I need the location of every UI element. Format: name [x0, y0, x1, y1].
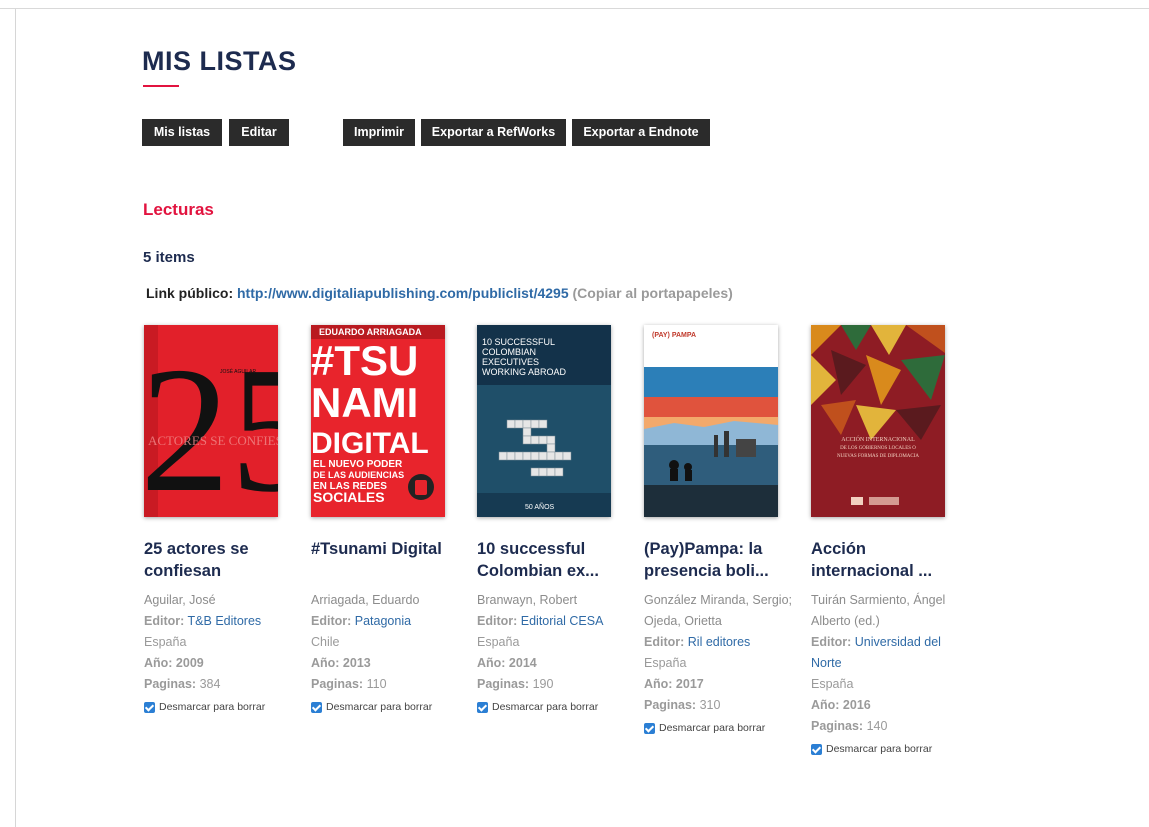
- editor-label: Editor:: [811, 635, 852, 649]
- book-year: Año: 2013: [311, 656, 371, 670]
- book-cover[interactable]: EDUARDO ARRIAGADA #TSU NAMI DIGITAL EL N…: [311, 325, 445, 517]
- book-pages: 110: [366, 677, 387, 691]
- book-cover[interactable]: 10 SUCCESSFUL COLOMBIAN EXECUTIVES WORKI…: [477, 325, 611, 517]
- remove-checkbox[interactable]: [477, 702, 488, 713]
- editor-label: Editor:: [644, 635, 685, 649]
- svg-text:EL NUEVO PODER: EL NUEVO PODER: [313, 459, 403, 470]
- export-endnote-button[interactable]: Exportar a Endnote: [572, 119, 710, 146]
- book-title[interactable]: 25 actores se confiesan: [144, 538, 294, 582]
- remove-checkbox[interactable]: [144, 702, 155, 713]
- svg-text:50 AÑOS: 50 AÑOS: [525, 502, 555, 511]
- svg-text:EDUARDO ARRIAGADA: EDUARDO ARRIAGADA: [319, 327, 422, 337]
- pages-label: Paginas:: [644, 698, 697, 712]
- checkbox-label: Desmarcar para borrar: [159, 701, 266, 713]
- remove-checkbox[interactable]: [311, 702, 322, 713]
- book-author: Arriagada, Eduardo: [311, 593, 420, 607]
- mis-listas-button[interactable]: Mis listas: [142, 119, 222, 146]
- public-link-row: Link público: http://www.digitaliapublis…: [146, 285, 733, 301]
- book-pages: 190: [532, 677, 554, 691]
- title-underline: [143, 85, 179, 87]
- checkbox-label: Desmarcar para borrar: [326, 701, 433, 713]
- book-pages: 384: [199, 677, 221, 691]
- book-country: España: [811, 677, 854, 691]
- book-author: Branwayn, Robert: [477, 593, 578, 607]
- svg-text:NUEVAS FORMAS DE DIPLOMACIA: NUEVAS FORMAS DE DIPLOMACIA: [837, 454, 919, 459]
- pages-label: Paginas:: [811, 719, 864, 733]
- page-title: MIS LISTAS: [142, 46, 297, 76]
- book-country: España: [644, 656, 687, 670]
- book-pages: 140: [866, 719, 888, 733]
- top-border: [0, 0, 1149, 9]
- book-meta: Aguilar, José Editor: T&B Editores Españ…: [144, 590, 294, 718]
- imprimir-button[interactable]: Imprimir: [343, 119, 415, 146]
- book-year: Año: 2009: [144, 656, 204, 670]
- cover-number: 25: [144, 330, 278, 517]
- svg-text:WORKING ABROAD: WORKING ABROAD: [482, 367, 567, 377]
- svg-text:10 SUCCESSFUL: 10 SUCCESSFUL: [482, 337, 555, 347]
- book-author: Tuirán Sarmiento, Ángel Alberto (ed.): [811, 593, 946, 628]
- book-meta: González Miranda, Sergio; Ojeda, Orietta…: [644, 590, 794, 739]
- book-meta: Tuirán Sarmiento, Ángel Alberto (ed.) Ed…: [811, 590, 961, 760]
- remove-checkbox[interactable]: [644, 723, 655, 734]
- book-country: España: [477, 635, 520, 649]
- checkbox-label: Desmarcar para borrar: [659, 722, 766, 734]
- editor-link[interactable]: Editorial CESA: [521, 614, 604, 628]
- svg-text:JOSÉ AGUILAR: JOSÉ AGUILAR: [220, 368, 257, 375]
- export-refworks-button[interactable]: Exportar a RefWorks: [421, 119, 566, 146]
- book-year: Año: 2017: [644, 677, 704, 691]
- svg-text:(PAY) PAMPA: (PAY) PAMPA: [652, 332, 696, 339]
- checkbox-label: Desmarcar para borrar: [826, 743, 933, 755]
- book-cover[interactable]: (PAY) PAMPA: [644, 325, 778, 517]
- editor-link[interactable]: Patagonia: [355, 614, 411, 628]
- svg-text:DIGITAL: DIGITAL: [311, 427, 429, 460]
- editor-link[interactable]: T&B Editores: [188, 614, 262, 628]
- svg-text:ACCIÓN INTERNACIONAL: ACCIÓN INTERNACIONAL: [841, 435, 915, 443]
- checkbox-label: Desmarcar para borrar: [492, 701, 599, 713]
- book-cover[interactable]: 25 JOSÉ AGUILAR ACTORES SE CONFIESAN: [144, 325, 278, 517]
- pages-label: Paginas:: [477, 677, 530, 691]
- svg-text:DE LAS AUDIENCIAS: DE LAS AUDIENCIAS: [313, 470, 404, 480]
- pages-label: Paginas:: [311, 677, 364, 691]
- editar-button[interactable]: Editar: [229, 119, 289, 146]
- book-title[interactable]: Acción internacional ...: [811, 538, 961, 582]
- public-link-label: Link público:: [146, 285, 234, 301]
- svg-text:COLOMBIAN: COLOMBIAN: [482, 347, 536, 357]
- remove-checkbox[interactable]: [811, 744, 822, 755]
- svg-text:NAMI: NAMI: [311, 379, 418, 426]
- book-author: González Miranda, Sergio; Ojeda, Orietta: [644, 593, 792, 628]
- svg-text:ACTORES SE CONFIESAN: ACTORES SE CONFIESAN: [148, 433, 278, 448]
- svg-text:DE LOS GOBIERNOS LOCALES O: DE LOS GOBIERNOS LOCALES O: [840, 446, 916, 451]
- book-title[interactable]: (Pay)Pampa: la presencia boli...: [644, 538, 794, 582]
- book-pages: 310: [699, 698, 721, 712]
- item-count: 5 items: [143, 249, 195, 266]
- svg-text:#TSU: #TSU: [311, 337, 418, 384]
- editor-label: Editor:: [311, 614, 352, 628]
- book-title[interactable]: #Tsunami Digital: [311, 538, 461, 560]
- editor-link[interactable]: Ril editores: [688, 635, 751, 649]
- svg-text:EXECUTIVES: EXECUTIVES: [482, 357, 539, 367]
- book-cover[interactable]: ACCIÓN INTERNACIONAL DE LOS GOBIERNOS LO…: [811, 325, 945, 517]
- book-country: Chile: [311, 635, 340, 649]
- left-border: [15, 9, 16, 827]
- book-year: Año: 2016: [811, 698, 871, 712]
- pages-label: Paginas:: [144, 677, 197, 691]
- public-link-url[interactable]: http://www.digitaliapublishing.com/publi…: [237, 285, 569, 301]
- editor-label: Editor:: [477, 614, 518, 628]
- book-meta: Arriagada, Eduardo Editor: Patagonia Chi…: [311, 590, 461, 718]
- editor-label: Editor:: [144, 614, 185, 628]
- book-country: España: [144, 635, 187, 649]
- book-meta: Branwayn, Robert Editor: Editorial CESA …: [477, 590, 627, 718]
- svg-text:SOCIALES: SOCIALES: [313, 489, 385, 505]
- book-year: Año: 2014: [477, 656, 537, 670]
- list-name: Lecturas: [143, 200, 214, 219]
- book-author: Aguilar, José: [144, 593, 216, 607]
- book-title[interactable]: 10 successful Colombian ex...: [477, 538, 627, 582]
- copy-to-clipboard-link[interactable]: (Copiar al portapapeles): [573, 285, 733, 301]
